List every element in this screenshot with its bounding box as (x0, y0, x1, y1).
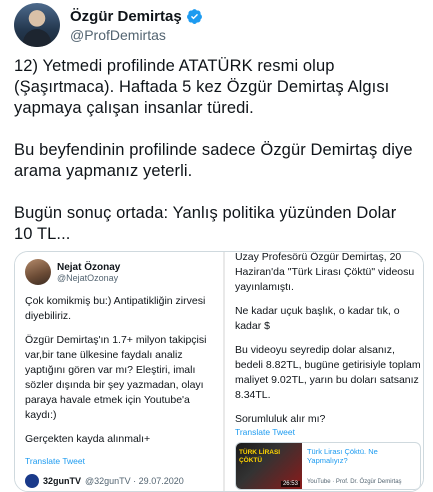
quoted-paragraph: Sorumluluk alır mı? (234, 413, 326, 425)
author-display-name[interactable]: Özgür Demirtaş (70, 8, 182, 25)
quoted-author-avatar (25, 259, 51, 285)
quoted-tweet-text: Uzay Profesörü Özgür Demirtaş, 20 Hazira… (235, 252, 421, 436)
quoted-author-name: Nejat Özonay (57, 261, 121, 273)
author-names: Özgür Demirtaş @ProfDemirtas (70, 8, 203, 43)
media-image-left[interactable]: Nejat Özonay @NejatOzonay Çok komikmiş b… (15, 252, 223, 491)
youtube-link-card: TÜRK LİRASI ÇÖKTÜ 26:53 Türk Lirası Çökt… (234, 442, 421, 490)
quoted-author-handle: @NejatOzonay (57, 272, 119, 283)
tweet: Özgür Demirtaş @ProfDemirtas 12) Yetmedi… (0, 0, 433, 492)
quoted-paragraph: Bu videoyu seyredip dolar alsanız, bedel… (234, 344, 421, 401)
tweet-paragraph: Bugün sonuç ortada: Yanlış politika yüzü… (14, 204, 397, 243)
youtube-info: Türk Lirası Çöktü. Ne Yapmalıyız? YouTub… (302, 443, 420, 489)
thumbnail-label: TÜRK LİRASI ÇÖKTÜ (238, 449, 281, 464)
video-duration: 26:53 (280, 481, 300, 487)
quoted-paragraph: Ne kadar uçuk başlık, o kadar tık, o kad… (234, 305, 400, 332)
youtube-source: YouTube · Prof. Dr. Özgür Demirtaş (306, 479, 402, 485)
translate-tweet-link: Translate Tweet (25, 456, 86, 466)
tweet-paragraph: 12) Yetmedi profilinde ATATÜRK resmi olu… (14, 57, 390, 117)
quoted-paragraph: Çok komikmiş bu:) Antipatikliğin zirvesi… (25, 295, 206, 322)
quoted-tweet-text: Çok komikmiş bu:) Antipatikliğin zirvesi… (25, 294, 221, 456)
footer-handle-date: @32gunTV · 29.07.2020 (85, 476, 184, 486)
tweet-header: Özgür Demirtaş @ProfDemirtas (14, 3, 203, 47)
verified-badge-icon (186, 8, 203, 25)
quoted-paragraph: Uzay Profesörü Özgür Demirtaş, 20 Hazira… (234, 252, 415, 293)
footer-name: 32gunTV (43, 476, 82, 486)
youtube-title: Türk Lirası Çöktü. Ne Yapmalıyız? (306, 447, 378, 465)
translate-tweet-link: Translate Tweet (234, 427, 295, 437)
display-name-row: Özgür Demirtaş (70, 8, 203, 25)
author-handle[interactable]: @ProfDemirtas (70, 27, 203, 43)
quoted-paragraph: Özgür Demirtaş'ın 1.7+ milyon takipçisi … (25, 334, 207, 421)
quoted-paragraph: Gerçekten kayda alınmalı+ (25, 433, 151, 445)
media-image-right[interactable]: Uzay Profesörü Özgür Demirtaş, 20 Hazira… (224, 252, 423, 491)
footer-avatar (25, 474, 39, 488)
youtube-thumbnail: TÜRK LİRASI ÇÖKTÜ 26:53 (235, 443, 302, 489)
quoted-tweet-footer: 32gunTV @32gunTV · 29.07.2020 (25, 474, 184, 488)
quoted-author-names: Nejat Özonay @NejatOzonay (57, 262, 120, 283)
tweet-paragraph: Bu beyfendinin profilinde sadece Özgür D… (14, 141, 413, 180)
author-avatar[interactable] (14, 3, 60, 47)
tweet-media[interactable]: Nejat Özonay @NejatOzonay Çok komikmiş b… (14, 251, 424, 492)
tweet-text: 12) Yetmedi profilinde ATATÜRK resmi olu… (14, 56, 419, 266)
quoted-tweet-header: Nejat Özonay @NejatOzonay (25, 259, 120, 285)
